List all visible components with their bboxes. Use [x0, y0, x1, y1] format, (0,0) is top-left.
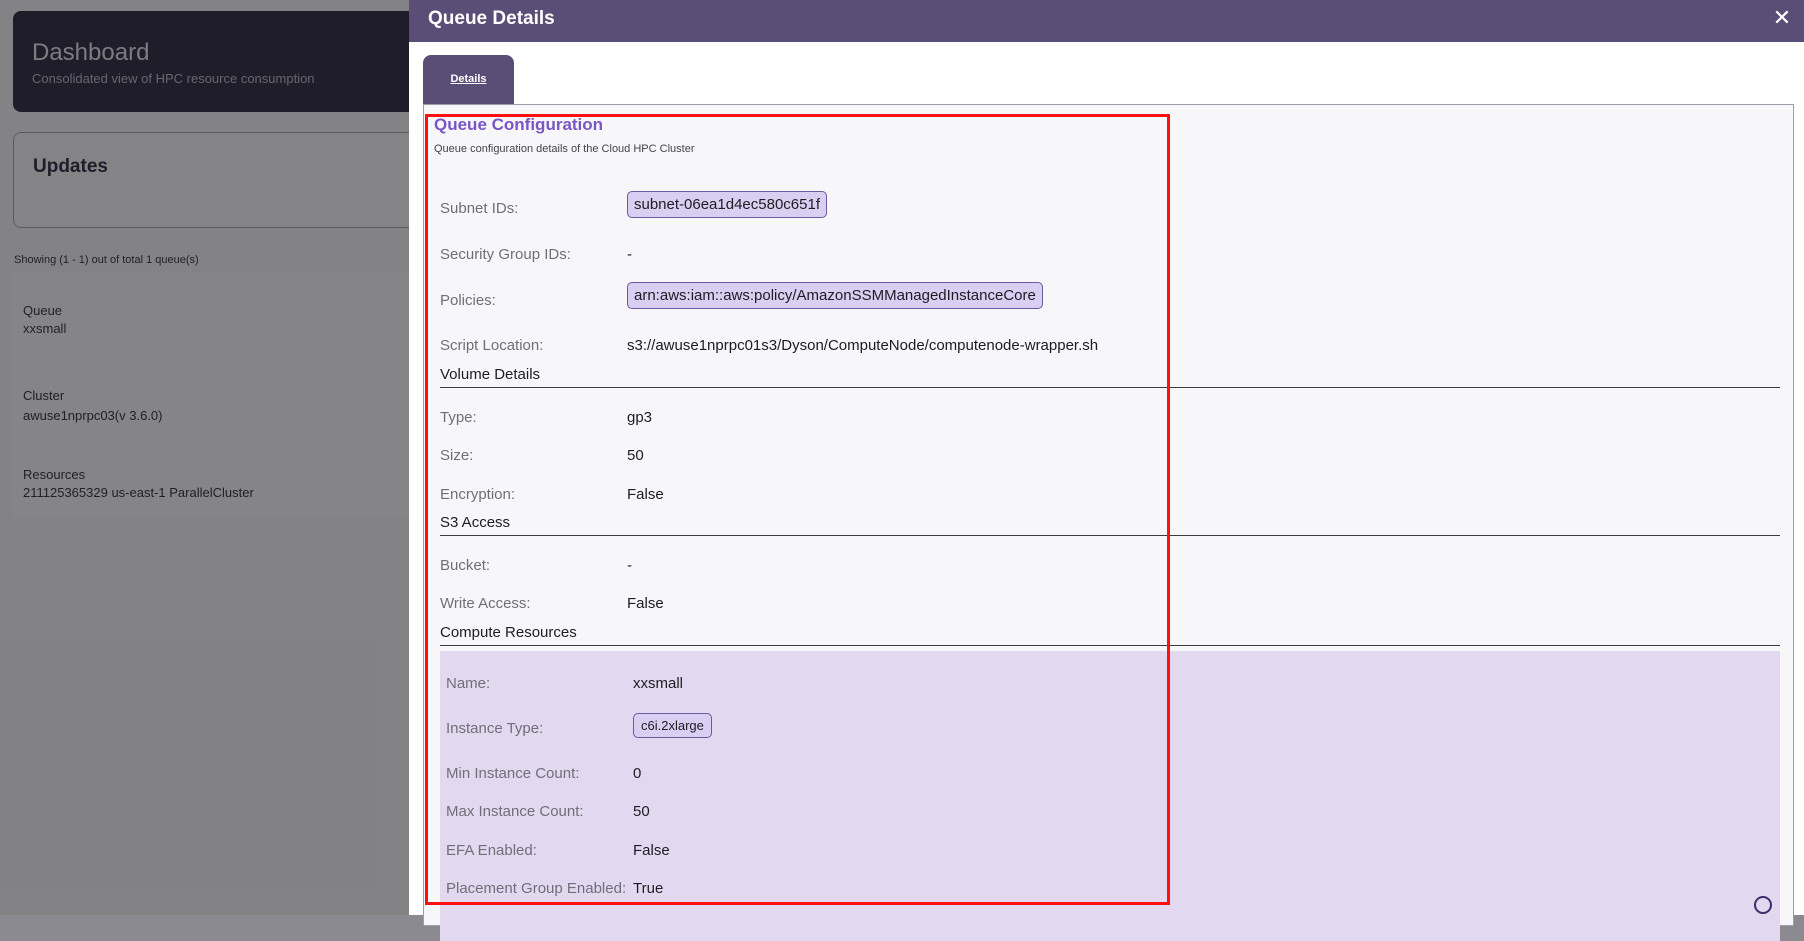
- write-access-value: False: [627, 595, 664, 612]
- security-group-value: -: [627, 246, 632, 263]
- compute-name-value: xxsmall: [633, 675, 684, 692]
- tab-details[interactable]: Details: [423, 55, 514, 105]
- subnet-id-chip: subnet-06ea1d4ec580c651f: [627, 191, 827, 218]
- policy-chip: arn:aws:iam::aws:policy/AmazonSSMManaged…: [627, 282, 1043, 309]
- placement-group-value: True: [633, 880, 664, 897]
- compute-name-label: Name:: [446, 675, 491, 692]
- compute-resources-heading: Compute Resources: [440, 624, 577, 641]
- max-instance-value: 50: [633, 803, 650, 820]
- divider: [440, 387, 1780, 388]
- drawer-title: Queue Details: [428, 8, 555, 29]
- encryption-label: Encryption:: [440, 486, 516, 503]
- divider: [440, 535, 1780, 536]
- max-instance-label: Max Instance Count:: [446, 803, 584, 820]
- tab-details-label: Details: [450, 73, 487, 85]
- help-icon[interactable]: [1754, 896, 1772, 914]
- volume-type-label: Type:: [440, 409, 477, 426]
- close-icon[interactable]: ✕: [1768, 4, 1796, 32]
- s3-access-heading: S3 Access: [440, 514, 511, 531]
- volume-type-value: gp3: [627, 409, 653, 426]
- subnet-ids-label: Subnet IDs:: [440, 200, 519, 217]
- divider: [440, 645, 1780, 646]
- bucket-value: -: [627, 557, 632, 574]
- instance-type-chip: c6i.2xlarge: [633, 713, 712, 738]
- queue-configuration-title: Queue Configuration: [434, 115, 604, 134]
- script-location-value: s3://awuse1nprpc01s3/Dyson/ComputeNode/c…: [627, 337, 1099, 354]
- bucket-label: Bucket:: [440, 557, 491, 574]
- details-panel: Queue Configuration Queue configuration …: [423, 104, 1794, 941]
- min-instance-label: Min Instance Count:: [446, 765, 580, 782]
- write-access-label: Write Access:: [440, 595, 531, 612]
- compute-resource-card: Name: xxsmall Instance Type: c6i.2xlarge…: [440, 651, 1780, 941]
- min-instance-value: 0: [633, 765, 642, 782]
- efa-enabled-value: False: [633, 842, 670, 859]
- efa-enabled-label: EFA Enabled:: [446, 842, 537, 859]
- instance-type-label: Instance Type:: [446, 720, 544, 737]
- drawer-header: Queue Details ✕: [409, 0, 1804, 42]
- volume-details-heading: Volume Details: [440, 366, 541, 383]
- volume-size-label: Size:: [440, 447, 474, 464]
- encryption-value: False: [627, 486, 664, 503]
- policies-label: Policies:: [440, 292, 496, 309]
- security-group-label: Security Group IDs:: [440, 246, 571, 263]
- volume-size-value: 50: [627, 447, 644, 464]
- queue-details-drawer: Queue Details ✕ Details Queue Configurat…: [409, 0, 1804, 941]
- queue-configuration-subtitle: Queue configuration details of the Cloud…: [434, 143, 695, 155]
- placement-group-label: Placement Group Enabled:: [446, 880, 627, 897]
- script-location-label: Script Location:: [440, 337, 544, 354]
